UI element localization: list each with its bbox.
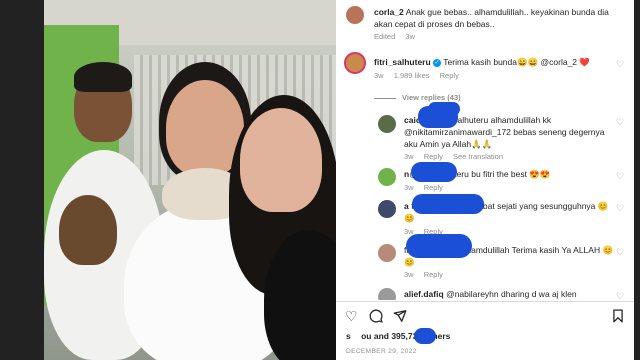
reply-reply[interactable]: Reply [424, 183, 443, 192]
post-date: DECEMBER 29, 2022 [346, 348, 417, 355]
heart-icon[interactable]: ♡ [616, 248, 624, 257]
reply: alief.dafiq @nabilareyhn dharing d wa aj… [404, 288, 614, 300]
send-icon[interactable] [393, 309, 407, 325]
heart-icon[interactable]: ♡ [616, 292, 624, 301]
comment-text: Terima kasih bunda😄😄 @corla_2 ❤️ [443, 57, 590, 67]
redaction-blob [418, 106, 458, 128]
heart-icon[interactable]: ♡ [616, 172, 624, 181]
heart-icon[interactable]: ♡ [616, 60, 624, 69]
photo-person-1-print [59, 195, 117, 265]
caption-time[interactable]: 3w [405, 32, 415, 41]
comment-body: fitri_salhuteru ✓ Terima kasih bunda😄😄 @… [374, 56, 614, 68]
view-replies-label[interactable]: View replies (43) [402, 93, 461, 102]
reply-time[interactable]: 3w [404, 270, 414, 279]
reply-username[interactable]: a [404, 201, 409, 211]
reply-meta: 3w Reply [404, 183, 451, 192]
comment-username[interactable]: fitri_salhuteru [374, 57, 431, 67]
view-replies[interactable]: View replies (43) [374, 93, 461, 102]
comment-icon[interactable] [369, 309, 383, 325]
divider [336, 301, 634, 302]
redaction-blob [411, 162, 457, 182]
reply-reply[interactable]: Reply [424, 152, 443, 161]
likes-text: ou and 395,735 others [361, 331, 451, 341]
reply-avatar[interactable] [378, 288, 396, 300]
verified-icon: ✓ [433, 58, 442, 67]
redaction-blob [414, 328, 436, 344]
heart-icon[interactable]: ♡ [616, 118, 624, 127]
reply-username[interactable]: alief.dafiq [404, 289, 444, 299]
caption: corla_2 Anak gue bebas.. alhamdulillah..… [374, 6, 614, 30]
caption-meta: Edited 3w [374, 32, 423, 41]
post-photo [44, 0, 336, 360]
reply-time[interactable]: 3w [404, 183, 414, 192]
photo-person-1-hair [74, 62, 132, 92]
heart-icon[interactable]: ♡ [345, 309, 358, 323]
see-translation[interactable]: See translation [453, 152, 503, 161]
bookmark-icon[interactable] [612, 309, 624, 325]
action-bar: ♡ [336, 305, 634, 327]
reply-text: @nabilareyhn dharing d wa aj klen [446, 289, 577, 299]
comment-reply[interactable]: Reply [440, 71, 459, 80]
backdrop-left [0, 0, 44, 360]
comments-scroll[interactable]: corla_2 Anak gue bebas.. alhamdulillah..… [336, 0, 634, 300]
caption-avatar[interactable] [346, 6, 364, 24]
reply-avatar[interactable] [378, 244, 396, 262]
caption-text: Anak gue bebas.. alhamdulillah.. keyakin… [374, 7, 609, 29]
backdrop-right [634, 0, 640, 360]
likes-text-prefix: s [346, 331, 351, 341]
reply-reply[interactable]: Reply [424, 270, 443, 279]
caption-edited: Edited [374, 32, 396, 41]
reply-avatar[interactable] [378, 168, 396, 186]
reply-time[interactable]: 3w [404, 152, 414, 161]
heart-icon[interactable]: ♡ [616, 204, 624, 213]
caption-username[interactable]: corla_2 [374, 7, 404, 17]
reply-meta: 3w Reply [404, 270, 451, 279]
reply-avatar[interactable] [378, 115, 396, 133]
redaction-blob [412, 194, 484, 214]
reply-meta: 3w Reply See translation [404, 152, 511, 161]
comment-meta: 3w 1.989 likes Reply [374, 71, 467, 80]
comment-likes[interactable]: 1.989 likes [394, 71, 430, 80]
reply-avatar[interactable] [378, 200, 396, 218]
photo-person-3-head [240, 108, 322, 212]
comment-time[interactable]: 3w [374, 71, 384, 80]
redaction-blob [406, 234, 472, 258]
comment-avatar[interactable] [344, 52, 366, 74]
comments-panel: corla_2 Anak gue bebas.. alhamdulillah..… [336, 0, 634, 360]
